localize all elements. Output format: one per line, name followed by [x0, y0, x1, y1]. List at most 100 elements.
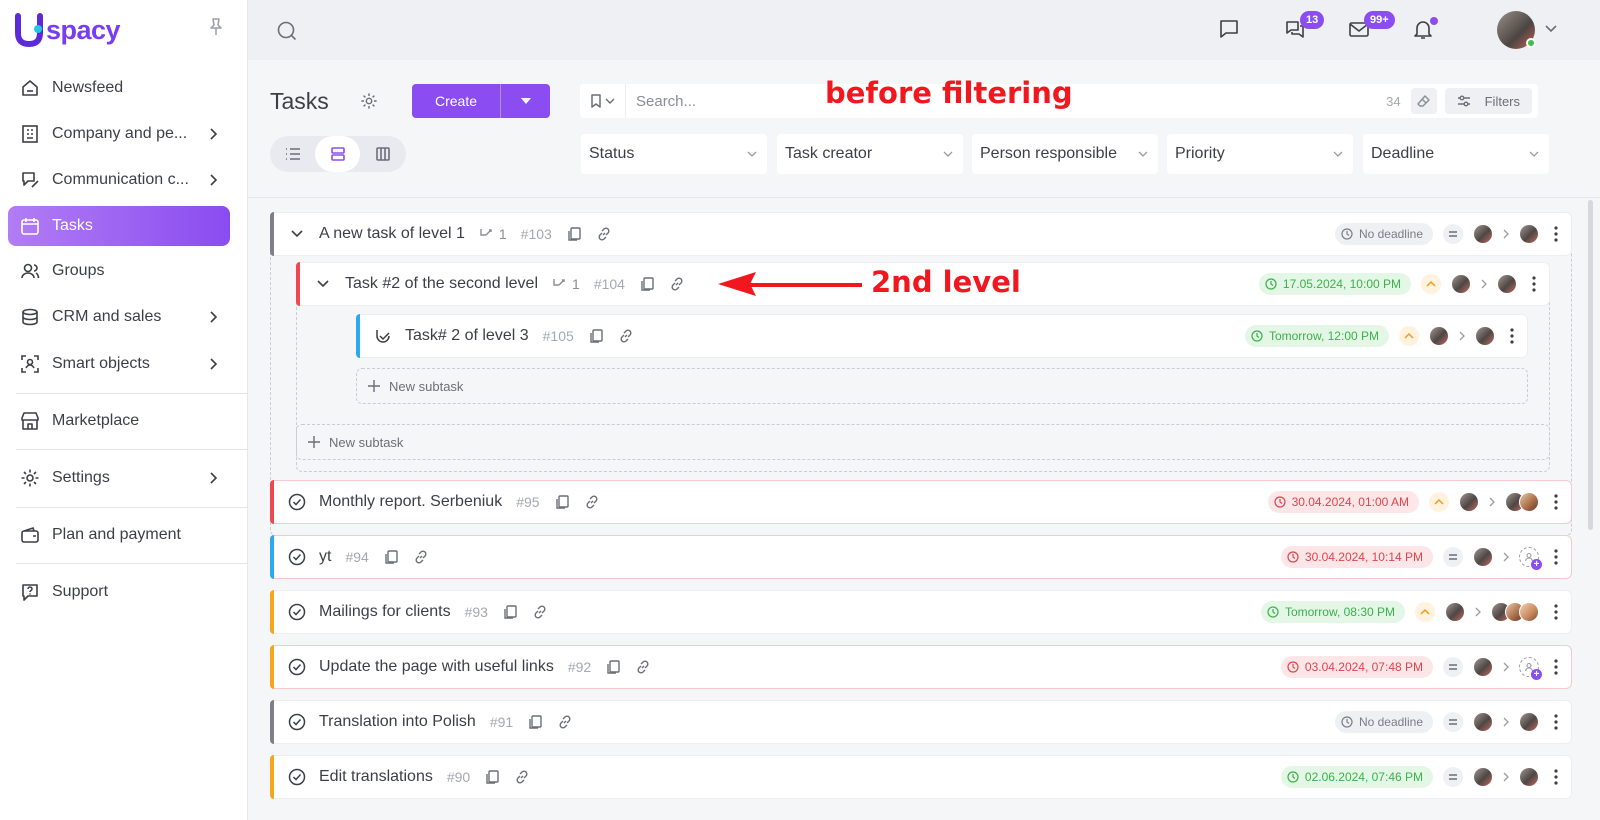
link-icon[interactable]	[557, 714, 573, 730]
deadline-badge[interactable]: 30.04.2024, 01:00 AM	[1267, 491, 1419, 513]
tree-view-icon[interactable]	[315, 136, 360, 172]
creator-avatar[interactable]	[1473, 224, 1493, 244]
task-title[interactable]: Update the page with useful links	[319, 658, 554, 676]
priority-normal-icon[interactable]	[1443, 224, 1463, 244]
check-circle-icon[interactable]	[287, 658, 307, 676]
link-icon[interactable]	[532, 604, 548, 620]
responsible-avatars[interactable]	[1505, 492, 1539, 512]
sidebar-item-tasks[interactable]: Tasks	[8, 206, 230, 246]
task-title[interactable]: yt	[319, 548, 331, 566]
new-subtask-button[interactable]: New subtask	[356, 368, 1528, 404]
more-icon[interactable]	[1505, 328, 1519, 344]
eraser-icon[interactable]	[1410, 88, 1437, 114]
link-icon[interactable]	[618, 328, 634, 344]
check-circle-icon[interactable]	[287, 713, 307, 731]
sidebar-item-crm[interactable]: CRM and sales	[8, 297, 230, 337]
task-creator-filter[interactable]: Task creator	[777, 134, 963, 174]
task-row-93[interactable]: Mailings for clients #93 Tomorrow, 08:30…	[270, 590, 1572, 634]
priority-high-icon[interactable]	[1429, 492, 1449, 512]
more-icon[interactable]	[1549, 714, 1563, 730]
sidebar-item-marketplace[interactable]: Marketplace	[8, 401, 230, 441]
new-subtask-button[interactable]: New subtask	[296, 424, 1550, 460]
deadline-filter[interactable]: Deadline	[1363, 134, 1549, 174]
copy-icon[interactable]	[588, 328, 604, 344]
scrollbar[interactable]	[1588, 200, 1593, 530]
pin-icon[interactable]	[208, 18, 224, 36]
more-icon[interactable]	[1549, 226, 1563, 242]
chevron-down-icon[interactable]	[1544, 24, 1558, 34]
search-icon[interactable]	[276, 20, 298, 42]
check-circle-icon[interactable]	[287, 548, 307, 566]
priority-high-icon[interactable]	[1421, 274, 1441, 294]
sidebar-item-support[interactable]: Support	[8, 572, 230, 612]
kanban-view-icon[interactable]	[360, 136, 405, 172]
responsible-avatar[interactable]	[1519, 712, 1539, 732]
responsible-avatar[interactable]	[1519, 767, 1539, 787]
task-row-90[interactable]: Edit translations #90 02.06.2024, 07:46 …	[270, 755, 1572, 799]
deadline-badge[interactable]: 03.04.2024, 07:48 PM	[1280, 656, 1433, 678]
link-icon[interactable]	[514, 769, 530, 785]
bookmark-icon[interactable]	[580, 84, 626, 118]
priority-normal-icon[interactable]	[1443, 547, 1463, 567]
responsible-avatar[interactable]	[1497, 274, 1517, 294]
task-title[interactable]: A new task of level 1	[319, 225, 465, 243]
priority-normal-icon[interactable]	[1443, 712, 1463, 732]
sidebar-item-smart-objects[interactable]: Smart objects	[8, 344, 230, 384]
task-row-92[interactable]: Update the page with useful links #92 03…	[270, 645, 1572, 689]
task-title[interactable]: Task #2 of the second level	[345, 275, 538, 293]
copy-icon[interactable]	[527, 714, 543, 730]
deadline-badge[interactable]: Tomorrow, 12:00 PM	[1244, 325, 1389, 347]
responsible-avatars[interactable]	[1491, 602, 1539, 622]
priority-high-icon[interactable]	[1399, 326, 1419, 346]
creator-avatar[interactable]	[1429, 326, 1449, 346]
task-title[interactable]: Edit translations	[319, 768, 433, 786]
sidebar-item-groups[interactable]: Groups	[8, 251, 230, 291]
list-view-icon[interactable]	[270, 136, 315, 172]
creator-avatar[interactable]	[1473, 767, 1493, 787]
more-icon[interactable]	[1549, 549, 1563, 565]
check-circle-icon[interactable]	[287, 768, 307, 786]
task-row-103[interactable]: A new task of level 1 1 #103 No deadline	[270, 212, 1572, 256]
responsible-avatar[interactable]	[1475, 326, 1495, 346]
more-icon[interactable]	[1549, 659, 1563, 675]
check-circle-icon[interactable]	[287, 493, 307, 511]
link-icon[interactable]	[635, 659, 651, 675]
deadline-badge[interactable]: No deadline	[1334, 711, 1433, 733]
create-button[interactable]: Create	[412, 84, 550, 118]
more-icon[interactable]	[1549, 769, 1563, 785]
sidebar-item-settings[interactable]: Settings	[8, 458, 230, 498]
more-icon[interactable]	[1549, 604, 1563, 620]
deadline-badge[interactable]: 02.06.2024, 07:46 PM	[1280, 766, 1433, 788]
task-title[interactable]: Task# 2 of level 3	[405, 327, 529, 345]
copy-icon[interactable]	[502, 604, 518, 620]
add-user-icon[interactable]: +	[1519, 547, 1542, 570]
more-icon[interactable]	[1549, 494, 1563, 510]
copy-icon[interactable]	[639, 276, 655, 292]
copy-icon[interactable]	[383, 549, 399, 565]
link-icon[interactable]	[413, 549, 429, 565]
deadline-badge[interactable]: No deadline	[1334, 223, 1433, 245]
subtask-check-icon[interactable]	[373, 327, 393, 345]
task-row-91[interactable]: Translation into Polish #91 No deadline	[270, 700, 1572, 744]
responsible-avatar[interactable]	[1519, 224, 1539, 244]
creator-avatar[interactable]	[1459, 492, 1479, 512]
copy-icon[interactable]	[605, 659, 621, 675]
task-row-95[interactable]: Monthly report. Serbeniuk #95 30.04.2024…	[270, 480, 1572, 524]
status-filter[interactable]: Status	[581, 134, 767, 174]
more-icon[interactable]	[1527, 276, 1541, 292]
priority-normal-icon[interactable]	[1443, 767, 1463, 787]
task-row-105[interactable]: Task# 2 of level 3 #105 Tomorrow, 12:00 …	[356, 314, 1528, 358]
message-icon[interactable]	[1218, 18, 1240, 40]
creator-avatar[interactable]	[1473, 712, 1493, 732]
check-circle-icon[interactable]	[287, 603, 307, 621]
deadline-badge[interactable]: Tomorrow, 08:30 PM	[1260, 601, 1405, 623]
gear-icon[interactable]	[360, 92, 378, 110]
task-row-94[interactable]: yt #94 30.04.2024, 10:14 PM +	[270, 535, 1572, 579]
copy-icon[interactable]	[554, 494, 570, 510]
sidebar-item-newsfeed[interactable]: Newsfeed	[8, 68, 230, 108]
person-responsible-filter[interactable]: Person responsible	[972, 134, 1158, 174]
create-dropdown-icon[interactable]	[500, 84, 550, 118]
creator-avatar[interactable]	[1473, 547, 1493, 567]
deadline-badge[interactable]: 30.04.2024, 10:14 PM	[1280, 546, 1433, 568]
creator-avatar[interactable]	[1451, 274, 1471, 294]
